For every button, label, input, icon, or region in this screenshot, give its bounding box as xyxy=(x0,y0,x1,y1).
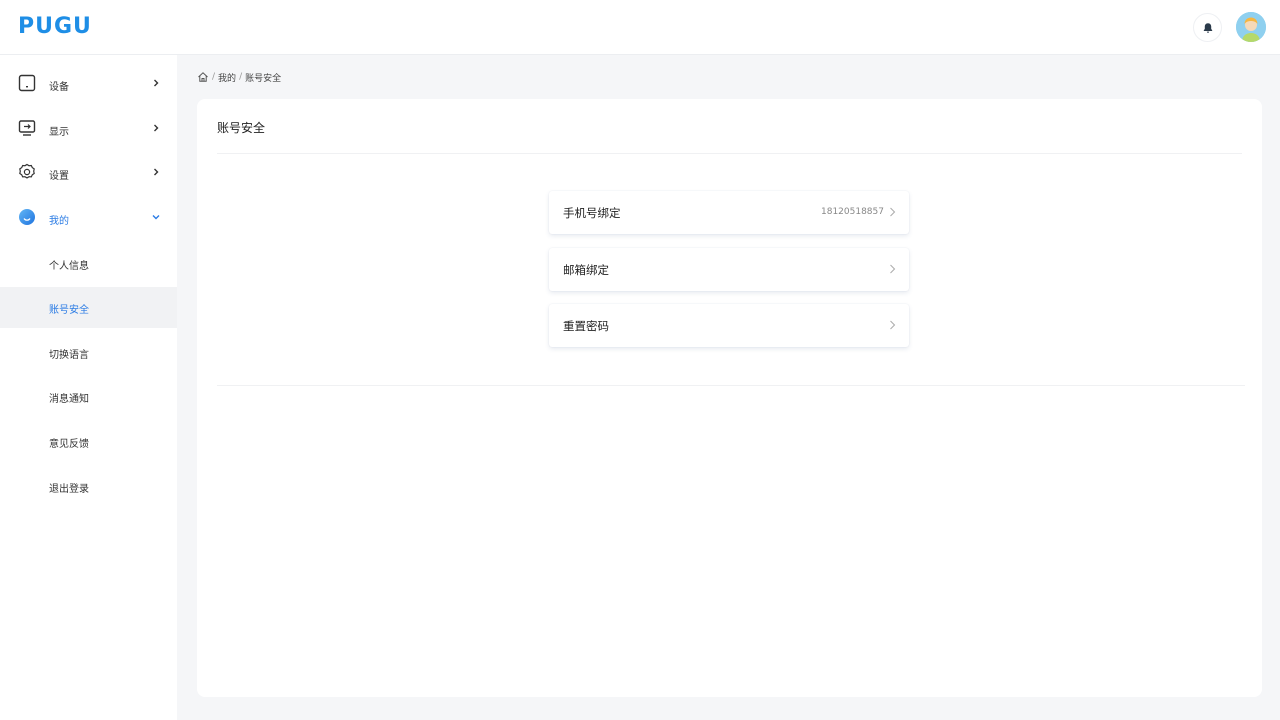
sidebar-subitem-account-security[interactable]: 账号安全 xyxy=(0,287,177,328)
divider xyxy=(217,385,1245,386)
monitor-icon xyxy=(18,120,36,136)
row-label: 手机号绑定 xyxy=(563,206,621,220)
row-label: 邮箱绑定 xyxy=(563,263,609,277)
content-card: 账号安全 手机号绑定 18120518857 邮箱绑定 重置密码 xyxy=(197,99,1262,697)
profile-icon xyxy=(19,209,35,225)
top-bar: PUGU xyxy=(0,0,1280,55)
sidebar-item-label: 设备 xyxy=(49,81,69,93)
chevron-right-icon xyxy=(890,264,896,274)
sidebar-subitem-label: 切换语言 xyxy=(49,350,89,361)
row-label: 重置密码 xyxy=(563,319,609,333)
chevron-right-icon xyxy=(154,79,159,87)
sidebar-item-label: 我的 xyxy=(49,215,69,227)
sidebar-item-device[interactable]: 设备 xyxy=(0,63,177,107)
sidebar-item-settings[interactable]: 设置 xyxy=(0,152,177,196)
breadcrumb-item-current: 账号安全 xyxy=(245,73,282,84)
sidebar-subitem-language[interactable]: 切换语言 xyxy=(0,332,177,373)
sidebar-item-label: 设置 xyxy=(49,170,69,182)
phone-binding-row[interactable]: 手机号绑定 18120518857 xyxy=(549,191,909,234)
sidebar-subitem-notifications[interactable]: 消息通知 xyxy=(0,376,177,417)
home-icon[interactable] xyxy=(197,71,209,83)
sidebar-subitem-label: 消息通知 xyxy=(49,394,89,405)
row-value: 18120518857 xyxy=(821,207,884,217)
notification-button[interactable] xyxy=(1193,13,1222,42)
breadcrumb-item[interactable]: 我的 xyxy=(218,71,236,84)
sidebar-subitem-feedback[interactable]: 意见反馈 xyxy=(0,421,177,462)
breadcrumb-separator: / xyxy=(239,72,243,82)
bell-icon xyxy=(1203,22,1212,33)
chevron-right-icon xyxy=(890,207,896,217)
sidebar-item-label: 显示 xyxy=(49,126,69,138)
avatar-illustration xyxy=(1236,12,1266,42)
divider xyxy=(217,153,1242,154)
chevron-right-icon xyxy=(154,124,159,132)
device-icon xyxy=(18,74,36,92)
logo[interactable]: PUGU xyxy=(18,14,92,39)
gear-icon xyxy=(19,163,35,179)
reset-password-row[interactable]: 重置密码 xyxy=(549,304,909,347)
page-title: 账号安全 xyxy=(217,121,266,135)
chevron-right-icon xyxy=(890,320,896,330)
chevron-right-icon xyxy=(154,168,159,176)
sidebar-subitem-profile[interactable]: 个人信息 xyxy=(0,243,177,284)
breadcrumb: / 我的 / 账号安全 xyxy=(197,70,281,84)
sidebar-item-display[interactable]: 显示 xyxy=(0,108,177,152)
sidebar-subitem-label: 个人信息 xyxy=(49,261,89,272)
avatar[interactable] xyxy=(1236,12,1266,42)
sidebar-subitem-logout[interactable]: 退出登录 xyxy=(0,466,177,507)
sidebar: 设备 显示 设置 我的 个人信息 账号安全 切换语言 消息通知 意见反馈 退出登… xyxy=(0,55,177,720)
chevron-down-icon xyxy=(152,215,160,220)
sidebar-subitem-label: 意见反馈 xyxy=(49,439,89,450)
breadcrumb-separator: / xyxy=(212,72,216,82)
sidebar-subitem-label: 退出登录 xyxy=(49,484,89,495)
sidebar-item-mine[interactable]: 我的 xyxy=(0,197,177,241)
sidebar-subitem-label: 账号安全 xyxy=(49,305,89,316)
email-binding-row[interactable]: 邮箱绑定 xyxy=(549,248,909,291)
